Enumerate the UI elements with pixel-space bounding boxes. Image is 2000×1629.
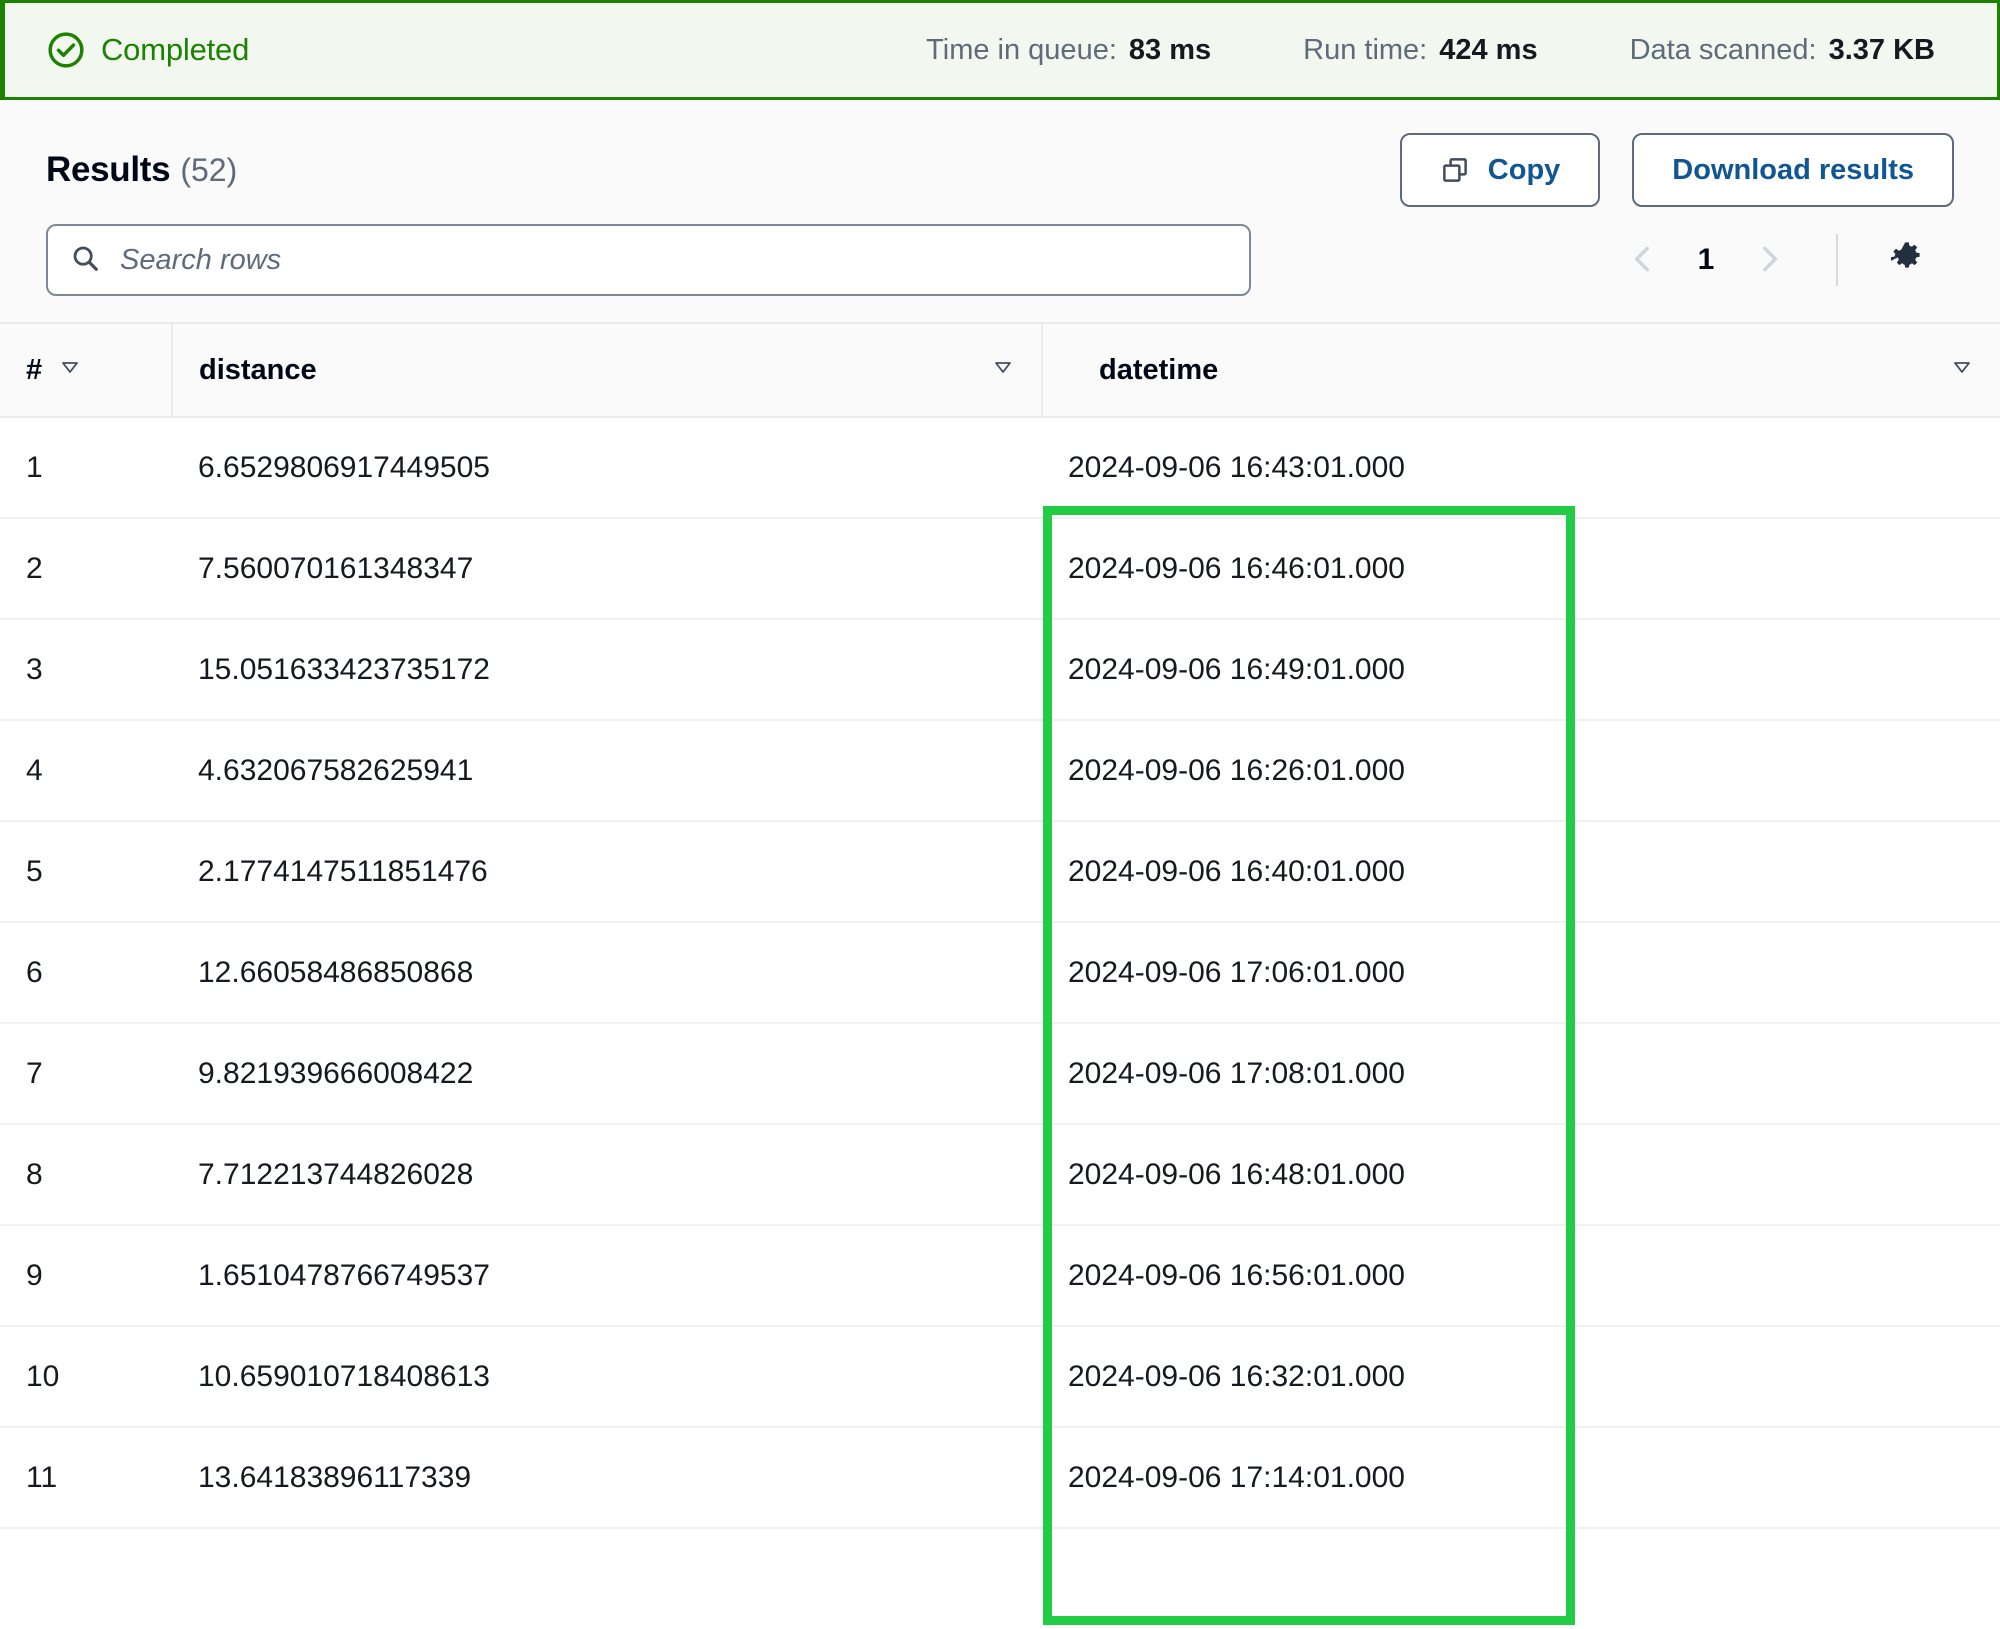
table-row[interactable]: 9 1.6510478766749537 2024-09-06 16:56:01… [0,1225,2000,1327]
cell-index: 1 [0,417,172,519]
cell-datetime: 2024-09-06 16:26:01.000 [1042,720,2000,822]
cell-index: 8 [0,1124,172,1226]
cell-distance: 7.712213744826028 [172,1124,1042,1226]
metric-run-time-label: Run time: [1303,33,1428,66]
cell-index: 9 [0,1225,172,1327]
cell-distance: 1.6510478766749537 [172,1225,1042,1327]
column-header-index[interactable]: # [0,322,172,418]
column-header-datetime-label: datetime [1099,353,1219,386]
cell-datetime: 2024-09-06 16:43:01.000 [1042,417,2000,519]
gear-icon [1887,239,1927,282]
cell-distance: 13.64183896117339 [172,1427,1042,1529]
sort-descending-icon[interactable] [58,354,82,387]
table-row[interactable]: 11 13.64183896117339 2024-09-06 17:14:01… [0,1427,2000,1529]
copy-button[interactable]: Copy [1399,133,1601,207]
table-row[interactable]: 1 6.6529806917449505 2024-09-06 16:43:01… [0,417,2000,519]
results-title: Results [46,150,171,189]
toolbar-divider [1836,234,1838,286]
table-row[interactable]: 4 4.632067582625941 2024-09-06 16:26:01.… [0,720,2000,822]
table-row[interactable]: 6 12.66058486850868 2024-09-06 17:06:01.… [0,922,2000,1024]
download-results-button[interactable]: Download results [1632,133,1954,207]
chevron-left-icon [1626,242,1660,279]
table-row[interactable]: 3 15.051633423735172 2024-09-06 16:49:01… [0,619,2000,721]
search-icon [70,243,100,278]
sort-descending-icon[interactable] [1950,354,1974,387]
status-metrics: Time in queue: 83 ms Run time: 424 ms Data… [926,34,1955,67]
metric-data-scanned: Data scanned: 3.37 KB [1630,34,1935,67]
query-status-banner: Completed Time in queue: 83 ms Run time: 4… [0,0,2000,100]
preferences-button[interactable] [1872,225,1942,295]
metric-data-scanned-label: Data scanned: [1629,33,1817,66]
cell-distance: 15.051633423735172 [172,619,1042,721]
cell-distance: 10.659010718408613 [172,1326,1042,1428]
status-success-icon [47,31,85,69]
cell-datetime: 2024-09-06 16:49:01.000 [1042,619,2000,721]
table-row[interactable]: 5 2.1774147511851476 2024-09-06 16:40:01… [0,821,2000,923]
metric-time-in-queue-value: 83 ms [1128,33,1212,66]
metric-data-scanned-value: 3.37 KB [1828,33,1935,66]
results-table: # distance datetime 1 6.6529806917449505… [0,322,2000,1529]
cell-datetime: 2024-09-06 17:14:01.000 [1042,1427,2000,1529]
metric-time-in-queue-label: Time in queue: [926,33,1117,66]
cell-datetime: 2024-09-06 16:48:01.000 [1042,1124,2000,1226]
cell-distance: 6.6529806917449505 [172,417,1042,519]
table-row[interactable]: 8 7.712213744826028 2024-09-06 16:48:01.… [0,1124,2000,1226]
cell-index: 10 [0,1326,172,1428]
cell-index: 11 [0,1427,172,1529]
cell-datetime: 2024-09-06 16:40:01.000 [1042,821,2000,923]
results-toolbar: 1 [0,202,2000,322]
page-number-1[interactable]: 1 [1682,243,1730,277]
cell-index: 3 [0,619,172,721]
copy-icon [1440,155,1470,185]
query-results-panel: Completed Time in queue: 83 ms Run time: 4… [0,0,2000,1629]
cell-index: 7 [0,1023,172,1125]
cell-index: 4 [0,720,172,822]
cell-datetime: 2024-09-06 16:32:01.000 [1042,1326,2000,1428]
metric-run-time-value: 424 ms [1439,33,1538,66]
table-row[interactable]: 10 10.659010718408613 2024-09-06 16:32:0… [0,1326,2000,1428]
column-header-datetime[interactable]: datetime [1041,322,2000,418]
column-header-distance[interactable]: distance [171,322,1042,418]
search-rows-box[interactable] [46,224,1251,296]
cell-datetime: 2024-09-06 16:46:01.000 [1042,518,2000,620]
cell-distance: 7.560070161348347 [172,518,1042,620]
pagination-controls: 1 [1610,225,1954,295]
column-header-index-label: # [26,353,43,386]
cell-distance: 9.821939666008422 [172,1023,1042,1125]
cell-index: 6 [0,922,172,1024]
next-page-button[interactable] [1736,227,1802,293]
previous-page-button[interactable] [1610,227,1676,293]
cell-datetime: 2024-09-06 17:08:01.000 [1042,1023,2000,1125]
results-count: (52) [180,151,238,188]
sort-descending-icon[interactable] [991,354,1015,387]
copy-button-label: Copy [1487,153,1561,186]
cell-datetime: 2024-09-06 16:56:01.000 [1042,1225,2000,1327]
download-results-button-label: Download results [1672,153,1914,186]
cell-distance: 2.1774147511851476 [172,821,1042,923]
table-row[interactable]: 7 9.821939666008422 2024-09-06 17:08:01.… [0,1023,2000,1125]
results-header: Results (52) Copy Download results [0,100,2000,207]
results-actions: Copy Download results [1399,133,1954,207]
metric-run-time: Run time: 424 ms [1303,34,1537,67]
table-row[interactable]: 2 7.560070161348347 2024-09-06 16:46:01.… [0,518,2000,620]
cell-distance: 12.66058486850868 [172,922,1042,1024]
search-input[interactable] [120,243,1227,277]
results-table-body: 1 6.6529806917449505 2024-09-06 16:43:01… [0,417,2000,1529]
column-header-distance-label: distance [199,353,317,386]
cell-index: 5 [0,821,172,923]
table-header-row: # distance datetime [0,322,2000,418]
results-table-head: # distance datetime [0,322,2000,418]
cell-distance: 4.632067582625941 [172,720,1042,822]
cell-index: 2 [0,518,172,620]
status-label: Completed [101,32,250,67]
status-summary: Completed [47,31,249,69]
cell-datetime: 2024-09-06 17:06:01.000 [1042,922,2000,1024]
chevron-right-icon [1752,242,1786,279]
metric-time-in-queue: Time in queue: 83 ms [926,34,1211,67]
